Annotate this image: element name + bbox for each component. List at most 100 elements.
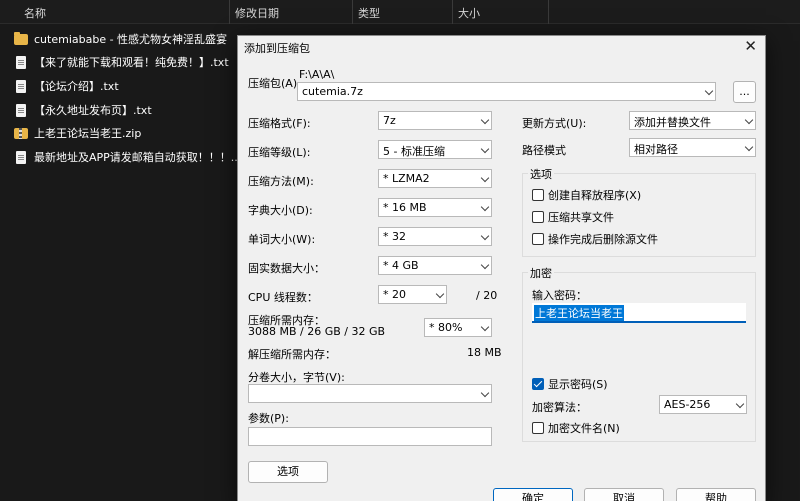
level-label: 压缩等级(L): xyxy=(248,146,311,159)
mem-detail: 3088 MB / 26 GB / 32 GB xyxy=(248,325,386,338)
password-value: 上老王论坛当老王 xyxy=(534,305,624,321)
shared-files-checkbox[interactable]: 压缩共享文件 xyxy=(532,209,614,225)
cpu-combo[interactable]: * 20 xyxy=(378,285,447,304)
checkbox-box xyxy=(532,233,544,245)
update-label: 更新方式(U): xyxy=(522,117,587,130)
solid-combo[interactable]: * 4 GB xyxy=(378,256,492,275)
split-label: 分卷大小，字节(V): xyxy=(248,371,345,384)
enc-method-combo[interactable]: AES-256 xyxy=(659,395,747,414)
options-button[interactable]: 选项 xyxy=(248,461,328,483)
word-value: * 32 xyxy=(383,230,406,243)
word-combo[interactable]: * 32 xyxy=(378,227,492,246)
chevron-down-icon xyxy=(435,289,445,299)
decomp-label: 解压缩所需内存： xyxy=(248,348,336,361)
file-name: 【论坛介绍】.txt xyxy=(34,80,119,93)
word-label: 单词大小(W): xyxy=(248,233,316,246)
delete-source-checkbox[interactable]: 操作完成后删除源文件 xyxy=(532,231,658,247)
level-combo[interactable]: 5 - 标准压缩 xyxy=(378,140,492,159)
file-name: 最新地址及APP请发邮箱自动获取！！！.... xyxy=(34,151,245,164)
dict-label: 字典大小(D): xyxy=(248,204,313,217)
text-file-icon xyxy=(16,55,26,69)
sfx-checkbox[interactable]: 创建自释放程序(X) xyxy=(532,187,641,203)
dict-combo[interactable]: * 16 MB xyxy=(378,198,492,217)
path-mode-combo[interactable]: 相对路径 xyxy=(629,138,756,157)
checkbox-box xyxy=(532,189,544,201)
path-mode-label: 路径模式 xyxy=(522,144,566,157)
zip-icon xyxy=(14,127,28,139)
method-combo[interactable]: * LZMA2 xyxy=(378,169,492,188)
file-row[interactable]: 上老王论坛当老王.zip xyxy=(14,123,141,143)
cpu-max: / 20 xyxy=(476,289,498,302)
split-combo[interactable] xyxy=(248,384,492,403)
column-type[interactable]: 类型 xyxy=(358,5,380,21)
show-password-checkbox[interactable]: 显示密码(S) xyxy=(532,376,608,392)
file-row[interactable]: cutemiababe - 性感尤物女神淫乱盛宴 xyxy=(14,29,227,49)
chevron-down-icon xyxy=(480,115,490,125)
cancel-button[interactable]: 取消 xyxy=(584,488,664,501)
archive-label: 压缩包(A) xyxy=(248,77,298,90)
column-size[interactable]: 大小 xyxy=(458,5,480,21)
chevron-down-icon xyxy=(704,86,714,96)
column-modified[interactable]: 修改日期 xyxy=(235,5,279,21)
text-file-icon xyxy=(16,79,26,93)
encrypt-names-checkbox[interactable]: 加密文件名(N) xyxy=(532,420,620,436)
decomp-value: 18 MB xyxy=(467,346,502,359)
enc-method-label: 加密算法： xyxy=(532,401,587,414)
solid-value: * 4 GB xyxy=(383,259,419,272)
file-row[interactable]: 【永久地址发布页】.txt xyxy=(14,100,152,120)
help-button[interactable]: 帮助 xyxy=(676,488,756,501)
archive-name-combo[interactable]: cutemia.7z xyxy=(297,82,716,101)
add-to-archive-dialog: 添加到压缩包 ✕ 压缩包(A) F:\A\A\ cutemia.7z ... 压… xyxy=(237,35,766,501)
mem-combo[interactable]: * 80% xyxy=(424,318,492,337)
close-icon[interactable]: ✕ xyxy=(744,37,757,55)
chevron-down-icon xyxy=(735,399,745,409)
archive-name-value: cutemia.7z xyxy=(302,85,363,98)
update-value: 添加并替换文件 xyxy=(634,116,711,129)
format-combo[interactable]: 7z xyxy=(378,111,492,130)
column-header-bar: 名称 修改日期 类型 大小 xyxy=(0,0,800,24)
sfx-checkbox-label: 创建自释放程序(X) xyxy=(548,189,642,202)
file-name: 【永久地址发布页】.txt xyxy=(34,104,152,117)
format-label: 压缩格式(F): xyxy=(248,117,311,130)
chevron-down-icon xyxy=(480,173,490,183)
chevron-down-icon xyxy=(744,142,754,152)
params-input[interactable] xyxy=(248,427,492,446)
path-mode-value: 相对路径 xyxy=(634,143,678,156)
chevron-down-icon xyxy=(480,322,490,332)
chevron-down-icon xyxy=(744,115,754,125)
update-combo[interactable]: 添加并替换文件 xyxy=(629,111,756,130)
level-value: 5 - 标准压缩 xyxy=(383,145,445,158)
chevron-down-icon xyxy=(480,388,490,398)
dict-value: * 16 MB xyxy=(383,201,427,214)
solid-label: 固实数据大小： xyxy=(248,262,325,275)
method-label: 压缩方法(M): xyxy=(248,175,314,188)
file-name: cutemiababe - 性感尤物女神淫乱盛宴 xyxy=(34,33,228,46)
chevron-down-icon xyxy=(480,231,490,241)
file-row[interactable]: 【论坛介绍】.txt xyxy=(14,76,119,96)
dialog-title: 添加到压缩包 xyxy=(244,42,310,55)
password-input[interactable]: 上老王论坛当老王 xyxy=(532,303,746,323)
chevron-down-icon xyxy=(480,144,490,154)
params-label: 参数(P): xyxy=(248,412,289,425)
file-row[interactable]: 【来了就能下载和观看！纯免费！】.txt xyxy=(14,52,229,72)
file-name: 上老王论坛当老王.zip xyxy=(34,127,142,140)
ok-button[interactable]: 确定 xyxy=(493,488,573,501)
folder-icon xyxy=(14,31,28,45)
archive-path: F:\A\A\ xyxy=(299,68,335,81)
delete-source-checkbox-label: 操作完成后删除源文件 xyxy=(548,233,658,246)
chevron-down-icon xyxy=(480,202,490,212)
encrypt-names-checkbox-label: 加密文件名(N) xyxy=(548,422,620,435)
browse-button[interactable]: ... xyxy=(733,81,756,103)
column-name[interactable]: 名称 xyxy=(24,5,46,21)
password-label: 输入密码： xyxy=(532,289,587,302)
method-value: * LZMA2 xyxy=(383,172,430,185)
checkbox-box xyxy=(532,211,544,223)
file-row[interactable]: 最新地址及APP请发邮箱自动获取！！！.... xyxy=(14,147,245,167)
chevron-down-icon xyxy=(480,260,490,270)
text-file-icon xyxy=(16,150,26,164)
encryption-group-title: 加密 xyxy=(528,265,554,281)
format-value: 7z xyxy=(383,114,396,127)
options-group-title: 选项 xyxy=(528,166,554,182)
checkbox-box xyxy=(532,378,544,390)
file-name: 【来了就能下载和观看！纯免费！】.txt xyxy=(34,56,229,69)
